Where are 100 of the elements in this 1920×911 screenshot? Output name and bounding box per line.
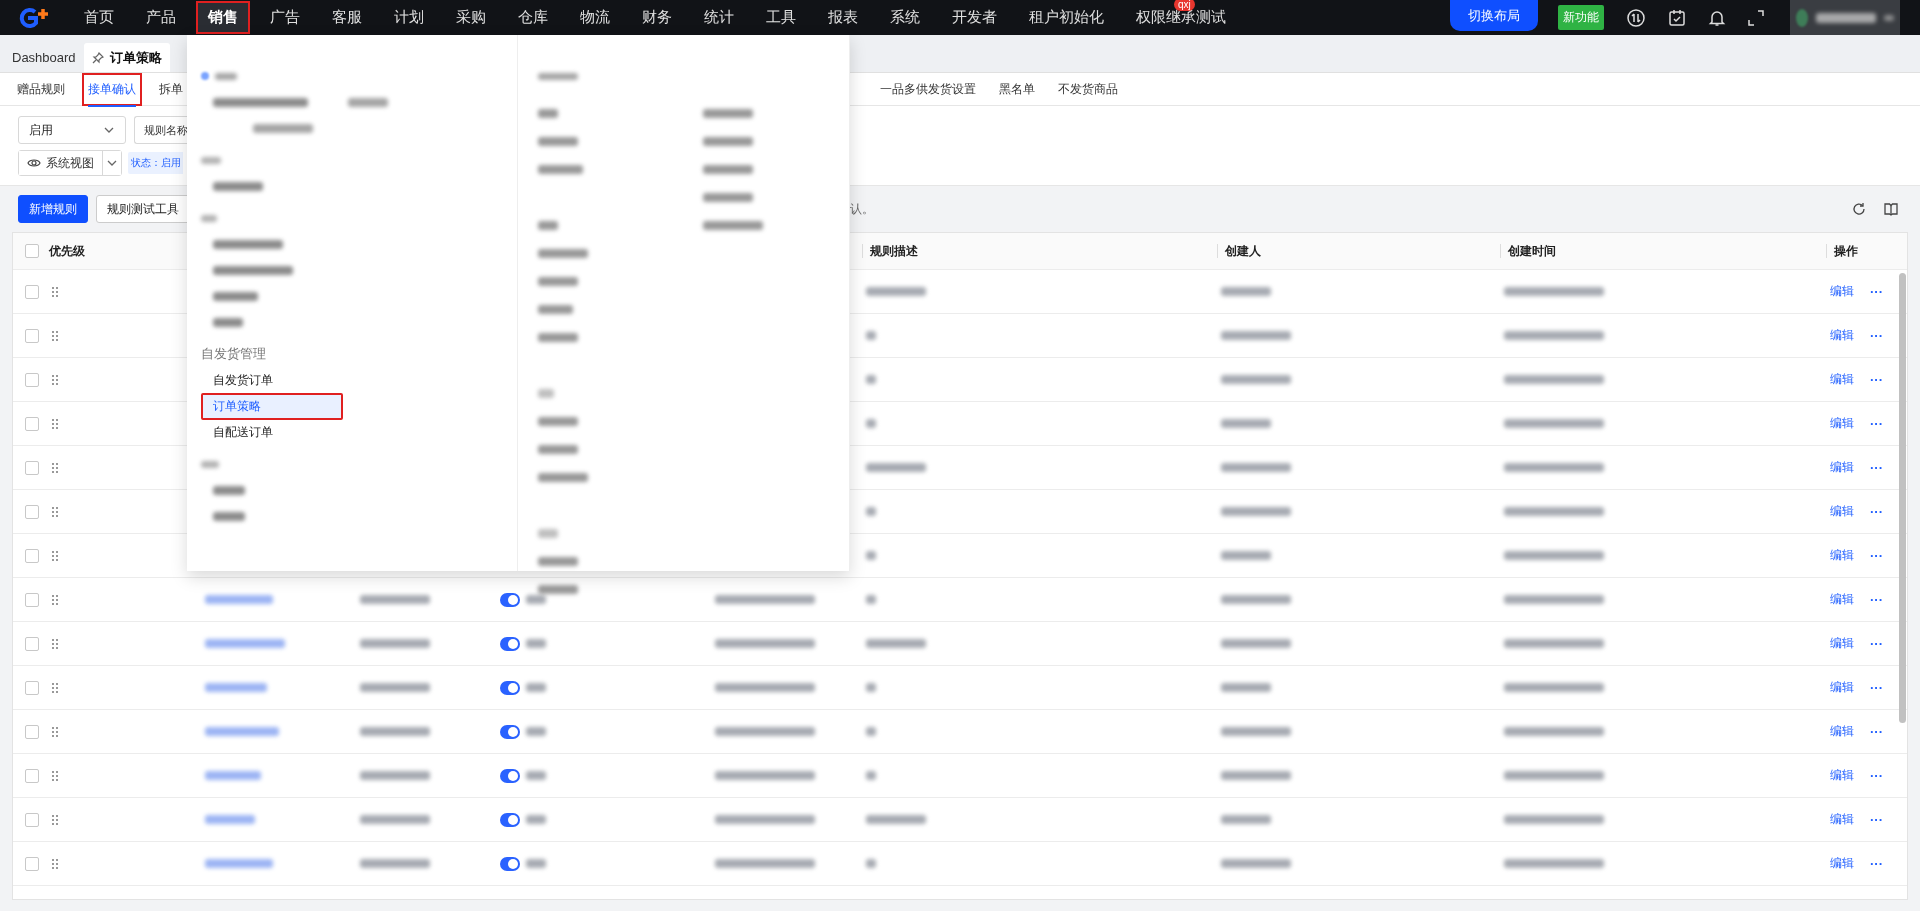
book-icon[interactable]: [1884, 202, 1898, 216]
edit-link[interactable]: 编辑: [1830, 459, 1854, 476]
more-actions-button[interactable]: ···: [1870, 724, 1883, 739]
page-tab[interactable]: Dashboard: [4, 43, 84, 72]
more-actions-button[interactable]: ···: [1870, 284, 1883, 299]
nav-menu-item[interactable]: 系统: [878, 1, 932, 34]
view-dropdown-button[interactable]: [102, 151, 121, 175]
more-actions-button[interactable]: ···: [1870, 548, 1883, 563]
status-filter-tag[interactable]: 状态：启用: [128, 152, 183, 174]
edit-link[interactable]: 编辑: [1830, 767, 1854, 784]
edit-link[interactable]: 编辑: [1830, 547, 1854, 564]
drag-handle-icon[interactable]: [51, 285, 59, 298]
nav-menu-item[interactable]: 首页: [72, 1, 126, 34]
bell-icon[interactable]: [1708, 8, 1726, 27]
add-rule-button[interactable]: 新增规则: [18, 195, 88, 223]
toggle-switch[interactable]: [500, 724, 520, 739]
calendar-check-icon[interactable]: [1668, 8, 1686, 27]
edit-link[interactable]: 编辑: [1830, 635, 1854, 652]
status-select[interactable]: 启用: [18, 116, 126, 144]
menu-item[interactable]: 自配送订单: [201, 418, 343, 446]
row-checkbox[interactable]: [25, 548, 39, 563]
drag-handle-icon[interactable]: [51, 857, 59, 870]
nav-menu-item[interactable]: 客服: [320, 1, 374, 34]
nav-menu-item[interactable]: 采购: [444, 1, 498, 34]
edit-link[interactable]: 编辑: [1830, 503, 1854, 520]
drag-handle-icon[interactable]: [51, 813, 59, 826]
row-checkbox[interactable]: [25, 680, 39, 695]
nav-menu-item[interactable]: 产品: [134, 1, 188, 34]
drag-handle-icon[interactable]: [51, 505, 59, 518]
row-checkbox[interactable]: [25, 416, 39, 431]
row-checkbox[interactable]: [25, 504, 39, 519]
toggle-switch[interactable]: [500, 768, 520, 783]
row-checkbox[interactable]: [25, 460, 39, 475]
toggle-switch[interactable]: [500, 636, 520, 651]
toggle-switch[interactable]: [500, 592, 520, 607]
drag-handle-icon[interactable]: [51, 549, 59, 562]
toggle-switch[interactable]: [500, 680, 520, 695]
edit-link[interactable]: 编辑: [1830, 591, 1854, 608]
toggle-switch[interactable]: [500, 856, 520, 871]
nav-menu-item[interactable]: 工具: [754, 1, 808, 34]
nav-menu-item[interactable]: 计划: [382, 1, 436, 34]
nav-menu-item[interactable]: 销售: [196, 1, 250, 34]
row-checkbox[interactable]: [25, 856, 39, 871]
drag-handle-icon[interactable]: [51, 461, 59, 474]
edit-link[interactable]: 编辑: [1830, 855, 1854, 872]
drag-handle-icon[interactable]: [51, 769, 59, 782]
row-checkbox[interactable]: [25, 724, 39, 739]
more-actions-button[interactable]: ···: [1870, 592, 1883, 607]
row-checkbox[interactable]: [25, 636, 39, 651]
more-actions-button[interactable]: ···: [1870, 372, 1883, 387]
menu-item[interactable]: 订单策略: [201, 392, 343, 420]
sub-tab[interactable]: 黑名单: [993, 73, 1041, 106]
select-all-checkbox[interactable]: [25, 244, 39, 258]
nav-menu-item[interactable]: 统计: [692, 1, 746, 34]
nav-menu-item[interactable]: 广告: [258, 1, 312, 34]
menu-item[interactable]: 自发货订单: [201, 366, 343, 394]
edit-link[interactable]: 编辑: [1830, 811, 1854, 828]
row-checkbox[interactable]: [25, 284, 39, 299]
more-actions-button[interactable]: ···: [1870, 636, 1883, 651]
drag-handle-icon[interactable]: [51, 417, 59, 430]
drag-handle-icon[interactable]: [51, 373, 59, 386]
nav-menu-item[interactable]: 租户初始化: [1017, 1, 1116, 34]
row-checkbox[interactable]: [25, 372, 39, 387]
nav-menu-item[interactable]: 财务: [630, 1, 684, 34]
sub-tab[interactable]: 一品多供发货设置: [874, 73, 982, 106]
more-actions-button[interactable]: ···: [1870, 328, 1883, 343]
drag-handle-icon[interactable]: [51, 725, 59, 738]
more-actions-button[interactable]: ···: [1870, 812, 1883, 827]
row-checkbox[interactable]: [25, 592, 39, 607]
more-actions-button[interactable]: ···: [1870, 768, 1883, 783]
toggle-switch[interactable]: [500, 812, 520, 827]
more-actions-button[interactable]: ···: [1870, 856, 1883, 871]
edit-link[interactable]: 编辑: [1830, 327, 1854, 344]
refresh-icon[interactable]: [1852, 202, 1866, 216]
row-checkbox[interactable]: [25, 768, 39, 783]
nav-menu-item[interactable]: 仓库: [506, 1, 560, 34]
drag-handle-icon[interactable]: [51, 637, 59, 650]
edit-link[interactable]: 编辑: [1830, 679, 1854, 696]
pin-icon[interactable]: [91, 51, 104, 64]
more-actions-button[interactable]: ···: [1870, 504, 1883, 519]
scrollbar[interactable]: [1899, 273, 1906, 723]
more-actions-button[interactable]: ···: [1870, 460, 1883, 475]
drag-handle-icon[interactable]: [51, 681, 59, 694]
fullscreen-icon[interactable]: [1748, 9, 1764, 26]
row-checkbox[interactable]: [25, 328, 39, 343]
edit-link[interactable]: 编辑: [1830, 723, 1854, 740]
edit-link[interactable]: 编辑: [1830, 371, 1854, 388]
edit-link[interactable]: 编辑: [1830, 415, 1854, 432]
swap-icon[interactable]: [1626, 7, 1646, 28]
drag-handle-icon[interactable]: [51, 329, 59, 342]
more-actions-button[interactable]: ···: [1870, 680, 1883, 695]
rule-name-field[interactable]: 规则名称: [134, 116, 187, 144]
nav-menu-item[interactable]: 物流: [568, 1, 622, 34]
nav-menu-item[interactable]: 开发者: [940, 1, 1009, 34]
sub-tab[interactable]: 赠品规则: [11, 73, 71, 106]
sub-tab[interactable]: 拆单: [153, 73, 189, 106]
nav-menu-item[interactable]: 报表: [816, 1, 870, 34]
sub-tab[interactable]: 不发货商品: [1052, 73, 1124, 106]
user-profile[interactable]: [1790, 0, 1900, 35]
more-actions-button[interactable]: ···: [1870, 416, 1883, 431]
